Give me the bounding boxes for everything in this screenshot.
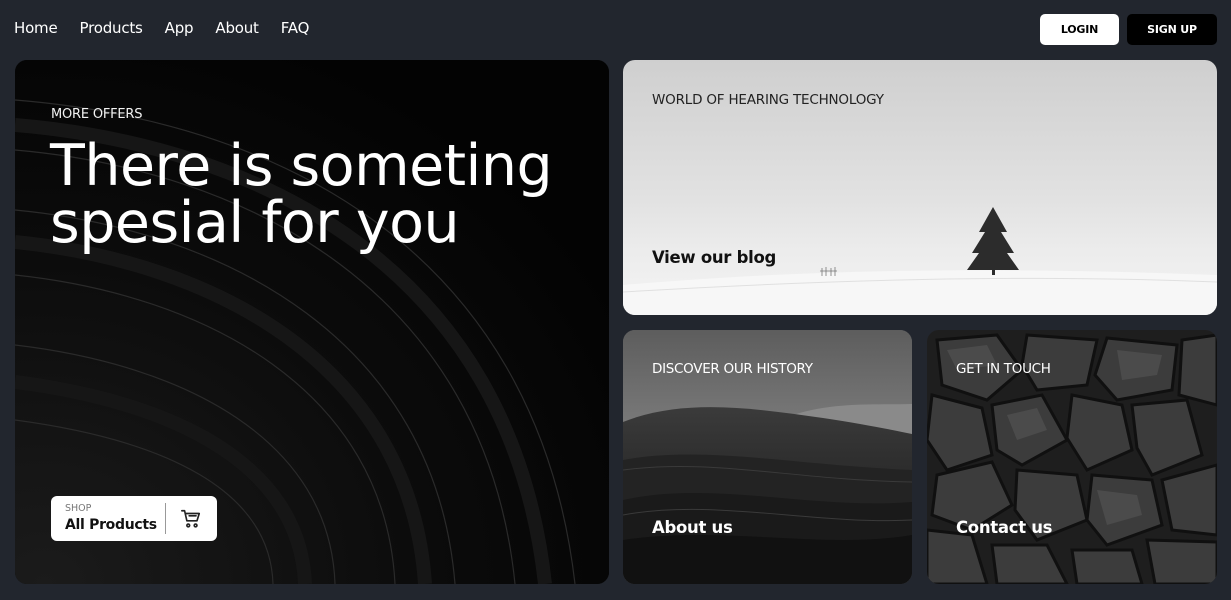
history-card[interactable]: DISCOVER OUR HISTORY About us [623,330,912,584]
tree-icon [967,207,1019,275]
shop-eyebrow: SHOP [65,503,92,514]
signup-button[interactable]: SIGN UP [1127,14,1217,45]
top-nav: Home Products App About FAQ LOGIN SIGN U… [0,0,1231,60]
contact-eyebrow: GET IN TOUCH [956,361,1051,377]
hero-eyebrow: MORE OFFERS [51,107,143,122]
shop-label: All Products [65,517,157,533]
nav-link-faq[interactable]: FAQ [281,19,310,37]
nav-link-about[interactable]: About [215,19,259,37]
auth-buttons: LOGIN SIGN UP [1040,14,1217,45]
blog-eyebrow: WORLD OF HEARING TECHNOLOGY [652,92,884,108]
hero-title-line-2: spesial for you [50,190,460,256]
nav-link-products[interactable]: Products [80,19,143,37]
view-blog-link[interactable]: View our blog [652,248,776,267]
contact-us-link[interactable]: Contact us [956,518,1053,537]
nav-link-app[interactable]: App [165,19,194,37]
nav-link-home[interactable]: Home [14,19,58,37]
shop-divider [165,503,166,534]
history-eyebrow: DISCOVER OUR HISTORY [652,361,813,377]
nav-links: Home Products App About FAQ [14,19,331,37]
shop-all-products-button[interactable]: SHOP All Products [51,496,217,541]
login-button[interactable]: LOGIN [1040,14,1119,45]
contact-card[interactable]: GET IN TOUCH Contact us [927,330,1217,584]
about-us-link[interactable]: About us [652,518,733,537]
hero-card: MORE OFFERS There is someting spesial fo… [15,60,609,584]
blog-card[interactable]: WORLD OF HEARING TECHNOLOGY View our blo… [623,60,1217,315]
hero-title: There is someting spesial for you [50,138,590,252]
